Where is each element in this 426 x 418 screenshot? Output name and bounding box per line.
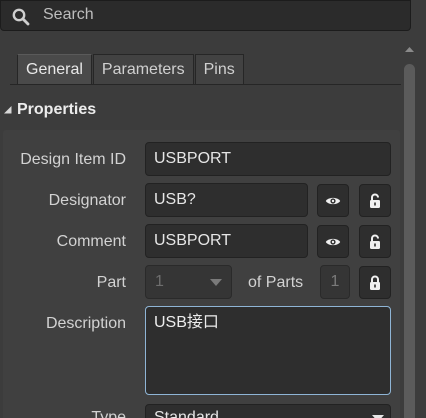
designator-visibility-button[interactable] — [317, 184, 349, 217]
eye-icon — [325, 197, 341, 204]
comment-visibility-button[interactable] — [317, 225, 349, 258]
description-field[interactable]: USB接口 — [145, 306, 391, 395]
unlock-icon — [370, 234, 380, 249]
scroll-up-icon[interactable] — [403, 43, 416, 55]
designator-lock-button[interactable] — [359, 184, 391, 217]
comment-label: Comment — [56, 233, 126, 250]
design-item-id-label: Design Item ID — [20, 151, 126, 168]
eye-icon — [325, 238, 341, 245]
type-label: Type — [91, 409, 126, 418]
design-item-id-field[interactable] — [145, 142, 391, 176]
unlock-icon — [370, 193, 380, 208]
properties-section-header[interactable]: Properties — [0, 96, 400, 124]
chevron-down-icon — [210, 279, 222, 286]
scrollbar-thumb[interactable] — [404, 64, 415, 418]
tab-pins[interactable]: Pins — [194, 54, 244, 85]
parts-count: 1 — [320, 265, 350, 299]
tab-bar: General Parameters Pins — [17, 54, 245, 85]
tab-parameters[interactable]: Parameters — [92, 54, 194, 85]
search-icon — [12, 8, 30, 26]
search-bar — [0, 0, 413, 31]
part-label: Part — [96, 274, 126, 291]
of-parts-label: of Parts — [248, 274, 304, 291]
triangle-down-icon — [4, 106, 12, 114]
type-select[interactable]: Standard — [145, 404, 391, 418]
lock-icon — [370, 275, 380, 290]
section-title: Properties — [17, 101, 97, 118]
designator-field[interactable] — [145, 183, 308, 217]
tab-divider — [10, 84, 401, 85]
type-value: Standard — [154, 409, 219, 418]
comment-lock-button[interactable] — [359, 225, 391, 258]
description-label: Description — [45, 315, 126, 332]
part-lock-button[interactable] — [359, 266, 391, 299]
search-input[interactable] — [33, 4, 413, 26]
properties-panel: General Parameters Pins Properties Desig… — [0, 0, 426, 418]
comment-field[interactable] — [145, 224, 308, 258]
part-select[interactable]: 1 — [145, 265, 232, 299]
part-value: 1 — [155, 273, 164, 290]
tab-general[interactable]: General — [17, 54, 92, 85]
designator-label: Designator — [48, 192, 126, 209]
